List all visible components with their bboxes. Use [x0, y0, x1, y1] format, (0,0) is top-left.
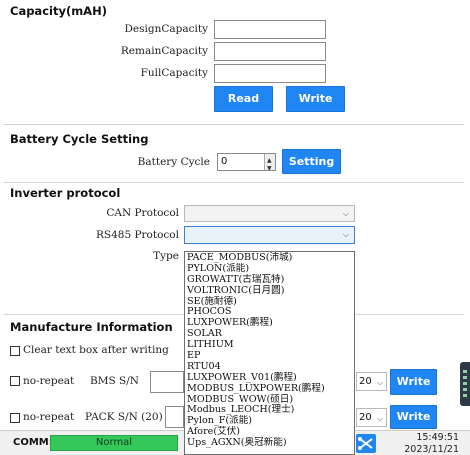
dropdown-option[interactable]: SOLAR [185, 328, 354, 339]
dropdown-option[interactable]: VOLTRONIC(日月圆) [185, 285, 354, 296]
clear-after-writing-label: Clear text box after writing [23, 344, 169, 356]
dropdown-option[interactable]: PYLON(派能) [185, 263, 354, 274]
pack-sn-length-value: 20 [359, 412, 372, 423]
dropdown-option[interactable]: LUXPOWER(鹏程) [185, 317, 354, 328]
bms-sn-length-select[interactable]: 20 ⌵ [356, 372, 387, 391]
battery-cycle-value: 0 [221, 156, 228, 167]
dropdown-option[interactable]: EP [185, 350, 354, 361]
dropdown-option[interactable]: Modbus_LEOCH(理士) [185, 404, 354, 416]
section-divider [4, 314, 184, 315]
section-divider [356, 314, 464, 315]
design-capacity-label: DesignCapacity [124, 23, 208, 35]
connection-tool-button[interactable] [356, 434, 376, 453]
bms-settings-panel: Capacity(mAH) DesignCapacity RemainCapac… [0, 0, 470, 455]
capacity-section-title: Capacity(mAH) [10, 4, 107, 18]
dropdown-option[interactable]: PACE_MODBUS(沛城) [185, 252, 354, 263]
dropdown-option[interactable]: LUXPOWER_V01(鹏程) [185, 372, 354, 383]
stepper-down-icon[interactable]: ▼ [267, 161, 272, 177]
full-capacity-input[interactable] [214, 64, 326, 83]
dropdown-option[interactable]: MODBUS_LUXPOWER(鹏程) [185, 383, 354, 394]
write-bms-sn-button[interactable]: Write [390, 369, 437, 395]
dropdown-option[interactable]: MODBUS_WOW(硕日) [185, 394, 354, 405]
dropdown-option[interactable]: GROWATT(古瑞瓦特) [185, 274, 354, 285]
manufacture-section-title: Manufacture Information [10, 320, 173, 334]
chevron-down-icon: ⌵ [376, 378, 383, 387]
bms-sn-input[interactable] [150, 371, 184, 393]
grip-icon [463, 370, 467, 398]
pack-sn-label: PACK S/N (20) [85, 411, 163, 423]
no-repeat-pack-checkbox[interactable] [10, 413, 20, 423]
comm-status-badge: Normal [50, 435, 178, 451]
no-repeat-pack-label: no-repeat [23, 411, 75, 423]
can-protocol-label: CAN Protocol [106, 207, 179, 219]
no-repeat-label: no-repeat [23, 375, 75, 387]
bms-sn-length-value: 20 [359, 376, 372, 387]
dropdown-option[interactable]: Ups_AGXN(奥冠新能) [185, 437, 354, 448]
status-date: 2023/11/21 [404, 444, 459, 455]
full-capacity-label: FullCapacity [140, 67, 208, 79]
battery-cycle-section-title: Battery Cycle Setting [10, 132, 149, 146]
chevron-down-icon: ⌵ [342, 209, 349, 218]
clear-after-writing-checkbox[interactable] [10, 346, 20, 356]
bms-sn-label: BMS S/N [90, 375, 139, 387]
chevron-down-icon: ⌵ [376, 414, 383, 423]
section-divider [4, 182, 464, 183]
dropdown-option[interactable]: PHOCOS [185, 306, 354, 318]
no-repeat-checkbox[interactable] [10, 376, 20, 386]
pack-sn-input[interactable] [165, 406, 184, 428]
rs485-protocol-label: RS485 Protocol [96, 229, 179, 241]
write-capacity-button[interactable]: Write [286, 86, 345, 112]
chevron-down-icon: ⌵ [342, 230, 349, 239]
rs485-protocol-dropdown-list[interactable]: PACE_MODBUS(沛城) PYLON(派能) GROWATT(古瑞瓦特) VOL… [184, 251, 355, 455]
battery-cycle-label: Battery Cycle [137, 156, 210, 168]
dropdown-option[interactable]: LITHIUM [185, 339, 354, 350]
rs485-protocol-select[interactable]: ⌵ [184, 226, 355, 244]
type-label: Type [153, 250, 179, 262]
read-capacity-button[interactable]: Read [214, 86, 273, 112]
dropdown-option[interactable]: SE(施耐德) [185, 296, 354, 307]
comm-label: COMM: [13, 437, 53, 448]
pack-sn-length-select[interactable]: 20 ⌵ [356, 408, 387, 427]
section-divider [4, 124, 464, 125]
design-capacity-input[interactable] [214, 20, 326, 39]
side-panel-handle[interactable] [460, 362, 470, 406]
cycle-setting-button[interactable]: Setting [282, 149, 341, 174]
dropdown-option[interactable]: Afore(艾伏) [185, 426, 354, 437]
scissors-icon [358, 437, 373, 450]
can-protocol-select[interactable]: ⌵ [184, 205, 355, 222]
inverter-section-title: Inverter protocol [10, 186, 121, 200]
battery-cycle-stepper[interactable]: 0 ▲ ▼ [217, 153, 276, 172]
remain-capacity-input[interactable] [214, 42, 326, 61]
status-time: 15:49:51 [416, 432, 459, 443]
remain-capacity-label: RemainCapacity [120, 45, 208, 57]
dropdown-option[interactable]: Pylon_F(派能) [185, 415, 354, 426]
write-pack-sn-button[interactable]: Write [390, 405, 437, 429]
dropdown-option[interactable]: RTU04 [185, 361, 354, 372]
stepper-arrows[interactable]: ▲ ▼ [264, 154, 275, 172]
